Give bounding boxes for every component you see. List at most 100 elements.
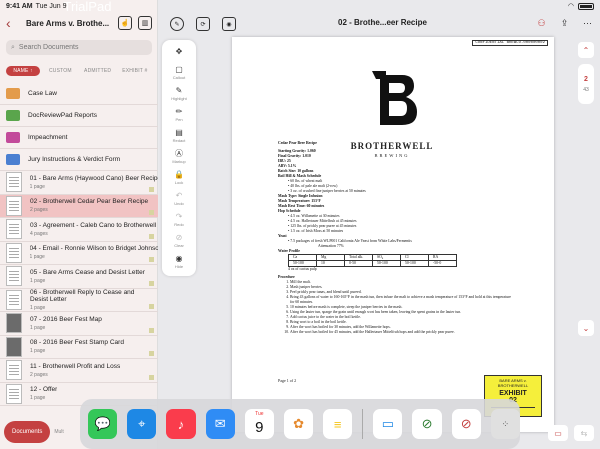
back-chevron-icon[interactable]: ‹: [6, 15, 20, 31]
pen-icon: ✏: [175, 107, 183, 116]
case-title: Bare Arms v. Brothe...: [26, 18, 110, 28]
highlight-tool[interactable]: ✎ Highlight: [162, 84, 196, 103]
document-item[interactable]: 07 - 2016 Beer Fest Map 1 page: [0, 312, 158, 336]
document-title: 02 - Brothe...eer Recipe: [338, 18, 427, 27]
camera-icon[interactable]: ◉: [222, 17, 236, 31]
trialpad-app-icon[interactable]: ⊘: [451, 409, 481, 439]
recipe-body: Cedar Pear Beer Recipe Starting Gravity:…: [278, 141, 514, 335]
document-name: 01 - Bare Arms (Haywood Cano) Beer Recip…: [29, 174, 158, 182]
folder-jury-instructions[interactable]: Jury Instructions & Verdict Form: [0, 149, 158, 171]
folder-impeachment[interactable]: Impeachment: [0, 127, 158, 149]
procedure-step: After the wort has boiled for 45 minutes…: [290, 330, 514, 335]
exhibit-marker: [149, 327, 154, 333]
document-item[interactable]: 11 - Brotherwell Profit and Loss 2 pages: [0, 359, 158, 383]
exhibit-marker: [149, 210, 154, 215]
documents-button[interactable]: Documents: [4, 421, 51, 443]
pen-tool[interactable]: ✏ Pen: [162, 105, 196, 124]
mail-app-icon[interactable]: ✉: [205, 409, 235, 439]
sidebar: ‹ Bare Arms v. Brothe... ☝ ▥ ⌕ NAME ↑ CU…: [0, 0, 158, 449]
share-icon[interactable]: ⇪: [558, 17, 571, 30]
messages-app-icon[interactable]: 💬: [88, 409, 118, 439]
document-name: 03 - Agreement - Caleb Cano to Brotherwe…: [30, 221, 157, 229]
pen-circle-icon[interactable]: ✎: [170, 17, 184, 31]
document-item-selected[interactable]: 02 - Brotherwell Cedar Pear Beer Recipe 2…: [0, 194, 158, 218]
brotherwell-logo-icon: [372, 71, 417, 125]
exhibit-case: BARE ARMS v. BROTHERWELL: [497, 378, 529, 388]
rotate-icon[interactable]: ⟳: [196, 17, 210, 31]
music-app-icon[interactable]: ♪: [166, 409, 196, 439]
exhibit-marker: [149, 257, 154, 262]
page-down-chevron-icon[interactable]: ⌄: [578, 320, 594, 336]
notes-app-icon[interactable]: ≡: [323, 409, 353, 439]
sort-tab-name[interactable]: NAME ↑: [6, 66, 41, 76]
move-tool[interactable]: ✥: [162, 42, 196, 61]
annotation-toolbox: ✥ ▢ Callout ✎ Highlight ✏ Pen ▤ Redact Ⓐ Mark…: [162, 40, 196, 276]
status-bar: 9:41 AM Tue Jun 9 TrialPad ◠: [0, 0, 600, 14]
document-name: 11 - Brotherwell Profit and Loss: [30, 362, 121, 370]
document-pages: 1 page: [29, 254, 45, 261]
clear-tool[interactable]: ⊘ Clear: [162, 231, 196, 250]
table-cell: 50-100: [288, 260, 317, 267]
hide-icon: ◉: [175, 254, 183, 263]
folder-icon: [6, 88, 20, 99]
folder-case-law[interactable]: Case Law: [0, 83, 158, 105]
safari-app-icon[interactable]: ⌖: [127, 409, 157, 439]
document-item[interactable]: 08 - 2016 Beer Fest Stamp Card 1 page: [0, 336, 158, 359]
sidebar-toggle-icon[interactable]: ▥: [138, 16, 152, 30]
document-item[interactable]: 05 - Bare Arms Cease and Desist Letter 1 …: [0, 265, 158, 289]
document-pages: 1 page: [30, 304, 46, 311]
markup-tool[interactable]: Ⓐ Markup: [162, 147, 196, 166]
lock-tool[interactable]: 🔒 Lock: [162, 168, 196, 187]
redo-tool[interactable]: ↷ Redo: [162, 210, 196, 229]
document-item[interactable]: 03 - Agreement - Caleb Cano to Brotherwe…: [0, 218, 158, 242]
document-item[interactable]: 01 - Bare Arms (Haywood Cano) Beer Recip…: [0, 171, 158, 195]
sort-tab-admitted[interactable]: ADMITTED: [81, 66, 115, 76]
document-thumbnail: [6, 266, 22, 287]
folder-label: DocReviewPad Reports: [28, 112, 98, 119]
document-pages: 1 page: [30, 324, 46, 331]
multi-tab-label[interactable]: Mult: [54, 429, 63, 435]
redact-icon: ▤: [175, 128, 183, 137]
folder-label: Case Law: [28, 90, 57, 97]
document-name: 05 - Bare Arms Cease and Desist Letter: [30, 268, 145, 276]
folder-label: Jury Instructions & Verdict Form: [28, 156, 121, 163]
presentation-mode-icon[interactable]: ▭: [548, 425, 568, 441]
page-indicator[interactable]: 2 43: [578, 64, 594, 104]
search-input[interactable]: [18, 44, 144, 51]
document-name: 07 - 2016 Beer Fest Map: [30, 315, 102, 323]
present-icon[interactable]: ⚇: [535, 17, 548, 30]
files-app-icon[interactable]: ▭: [373, 409, 403, 439]
document-thumbnail: [6, 242, 22, 263]
more-icon[interactable]: ⋯: [581, 17, 594, 30]
undo-tool[interactable]: ↶ Undo: [162, 189, 196, 208]
app-library-icon[interactable]: ⁘: [490, 409, 521, 439]
document-item[interactable]: 06 - Brotherwell Reply to Cease and Desi…: [0, 288, 158, 312]
hide-tool[interactable]: ◉ Hide: [162, 252, 196, 271]
hand-pointer-icon[interactable]: ☝: [118, 16, 132, 30]
document-name: 06 - Brotherwell Reply to Cease and Desi…: [30, 288, 135, 303]
tool-label: Pen: [175, 117, 183, 122]
swap-icon[interactable]: ⇆: [574, 425, 594, 441]
callout-tool[interactable]: ▢ Callout: [162, 63, 196, 82]
document-item[interactable]: 04 - Email - Ronnie Wilson to Bridget Jo…: [0, 242, 158, 265]
document-thumbnail: [6, 383, 22, 404]
page-up-chevron-icon[interactable]: ⌃: [578, 42, 594, 58]
search-icon: ⌕: [11, 43, 15, 51]
sort-tab-exhibit[interactable]: EXHIBIT #: [118, 66, 152, 76]
calendar-app-icon[interactable]: Tue 9: [244, 409, 274, 439]
sort-tab-custom[interactable]: CUSTOM: [43, 66, 77, 76]
move-icon: ✥: [175, 47, 183, 56]
ipad-dock: 💬 ⌖ ♪ ✉ Tue 9 ✿ ≡ ▭ ⊘ ⊘ ⁘: [80, 399, 521, 449]
docreviewpad-app-icon[interactable]: ⊘: [412, 409, 442, 439]
redact-tool[interactable]: ▤ Redact: [162, 126, 196, 145]
photos-app-icon[interactable]: ✿: [283, 409, 314, 439]
calendar-day: Tue: [255, 411, 264, 417]
document-page[interactable]: CONFIDENTIAL BREWCO-000000002 BROTHERWEL…: [232, 37, 554, 432]
exhibit-label: EXHIBIT: [499, 390, 527, 397]
status-date: Tue Jun 9: [35, 2, 67, 10]
folder-icon: [6, 132, 20, 143]
document-name: 04 - Email - Ronnie Wilson to Bridget Jo…: [29, 245, 158, 253]
battery-icon: [578, 2, 594, 10]
folder-docreviewpad-reports[interactable]: DocReviewPad Reports: [0, 105, 158, 127]
search-bar[interactable]: ⌕: [6, 40, 152, 55]
